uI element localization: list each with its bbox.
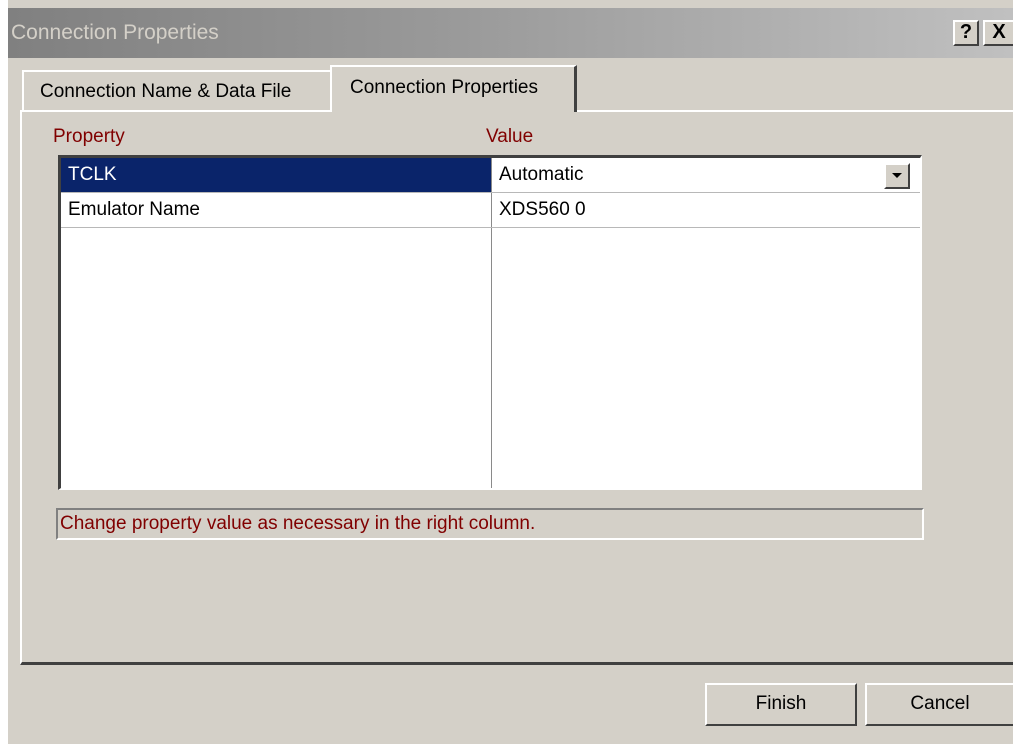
hint-text: Change property value as necessary in th… xyxy=(60,513,536,534)
window-title: Connection Properties xyxy=(11,21,219,44)
title-bar[interactable]: Connection Properties ? X xyxy=(8,8,1013,58)
tclk-value: Automatic xyxy=(499,164,584,185)
close-button[interactable]: X xyxy=(983,20,1013,46)
property-grid: TCLK Automatic Emulator Name XDS560 0 xyxy=(58,155,922,490)
help-icon: ? xyxy=(959,21,973,43)
tab-connection-properties[interactable]: Connection Properties xyxy=(330,65,577,112)
close-icon: X xyxy=(992,21,1006,43)
property-cell[interactable]: Emulator Name xyxy=(61,193,491,227)
cancel-button[interactable]: Cancel xyxy=(865,683,1013,726)
tclk-dropdown-button[interactable] xyxy=(884,163,910,189)
chevron-down-icon xyxy=(892,173,902,178)
property-column-header: Property xyxy=(53,126,125,147)
value-cell[interactable]: XDS560 0 xyxy=(492,193,920,227)
finish-button[interactable]: Finish xyxy=(705,683,857,726)
value-column-header: Value xyxy=(486,126,534,147)
tab-connection-name-data-file[interactable]: Connection Name & Data File xyxy=(22,70,331,110)
tab-label: Connection Properties xyxy=(350,77,538,98)
tab-label: Connection Name & Data File xyxy=(40,81,292,102)
value-cell[interactable]: Automatic xyxy=(492,158,920,192)
connection-properties-dialog: Connection Properties ? X Connection Nam… xyxy=(8,0,1013,744)
property-cell[interactable]: TCLK xyxy=(61,158,491,192)
hint-box: Change property value as necessary in th… xyxy=(56,508,924,540)
help-button[interactable]: ? xyxy=(953,20,979,46)
table-row-tclk[interactable]: TCLK Automatic xyxy=(61,158,920,193)
table-row-emulator-name[interactable]: Emulator Name XDS560 0 xyxy=(61,193,920,228)
